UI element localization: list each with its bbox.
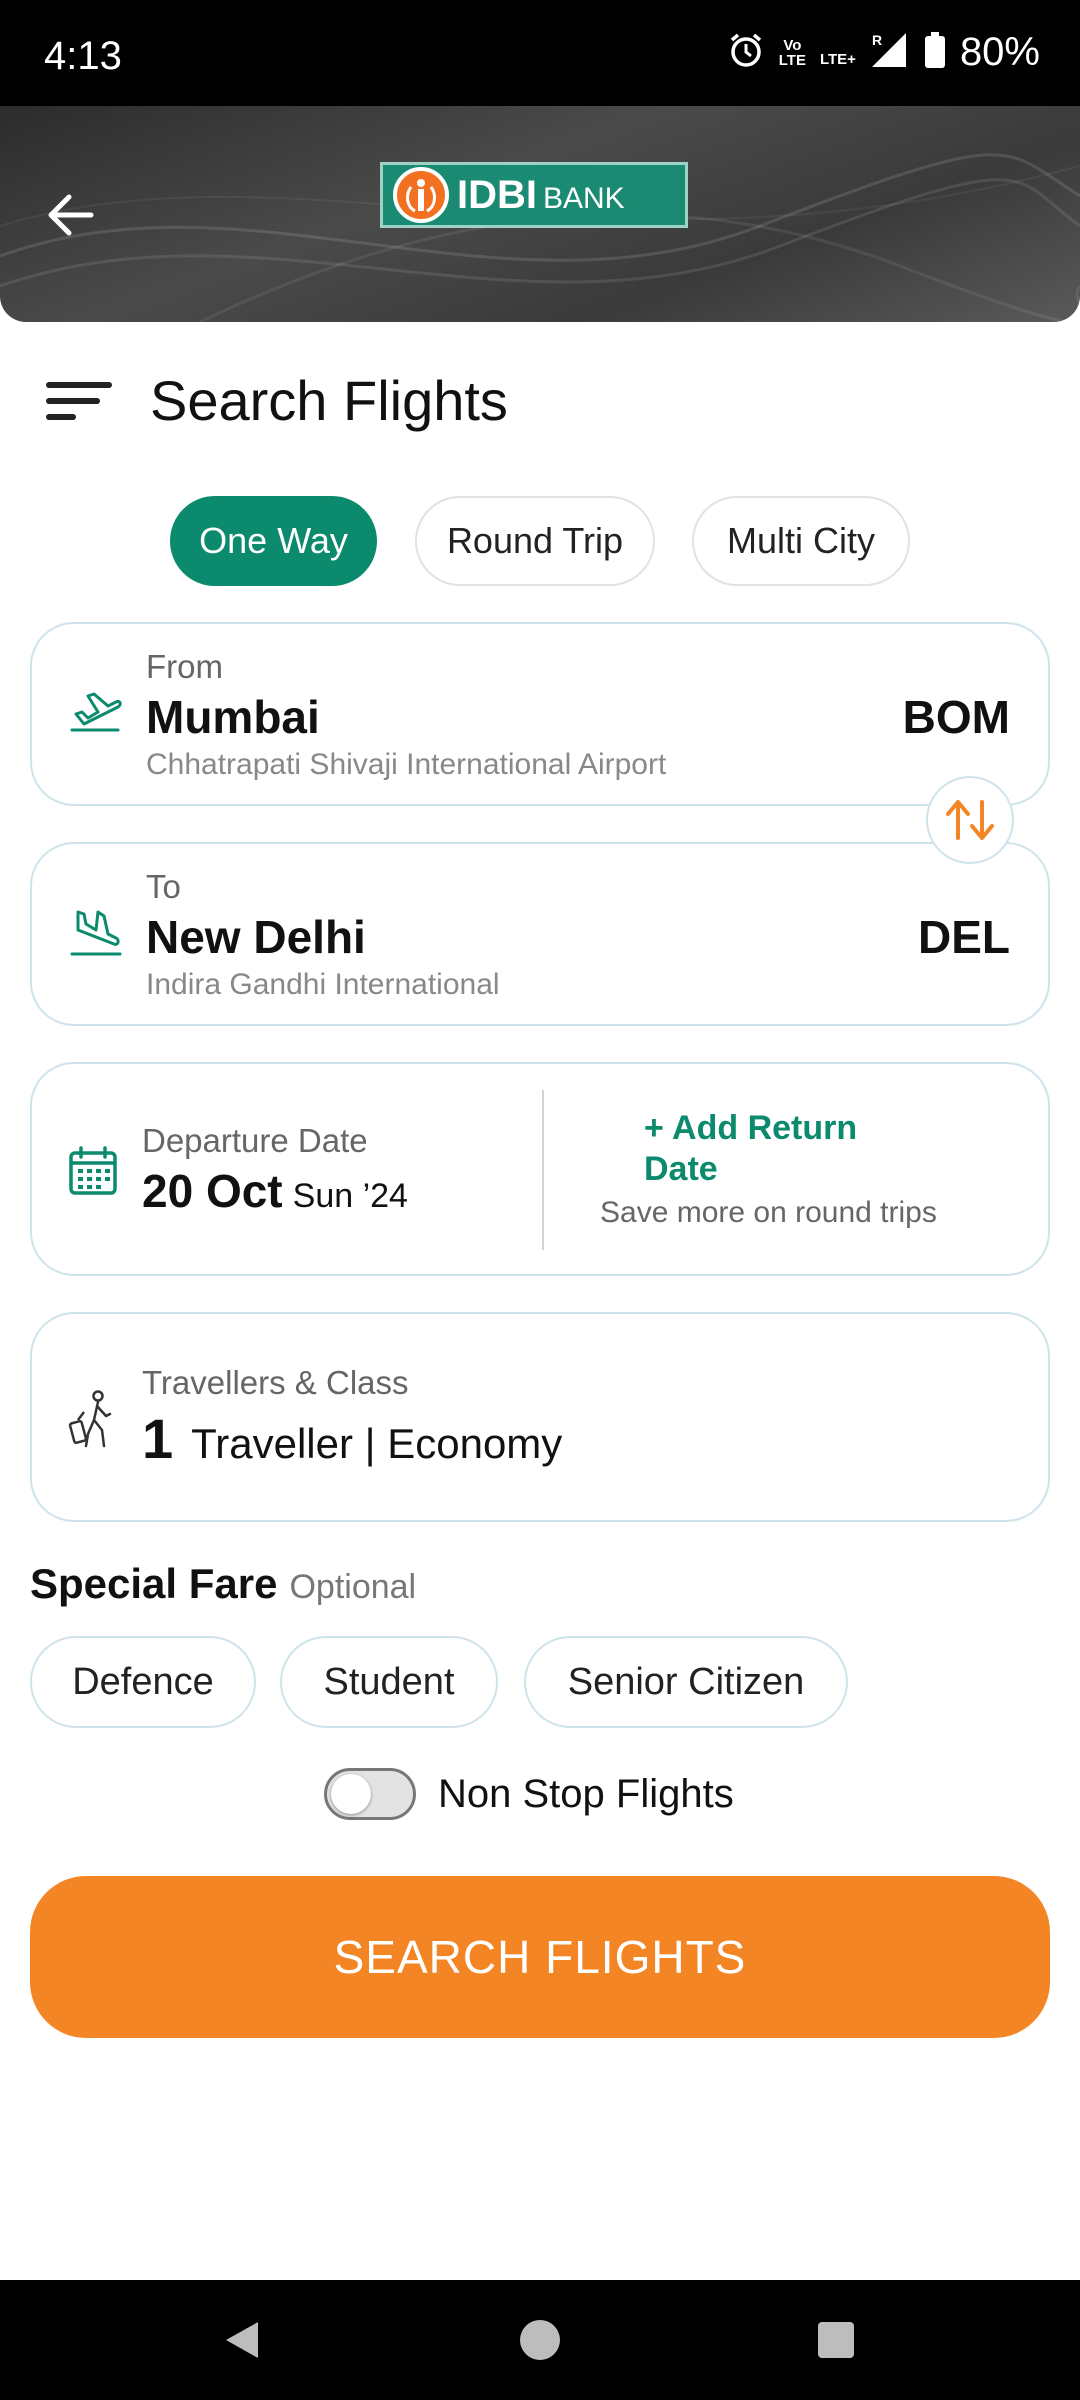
to-city: New Delhi [146, 911, 366, 963]
tab-multi-city[interactable]: Multi City [692, 496, 910, 586]
to-airport: Indira Gandhi International [146, 968, 500, 1001]
travellers-class-field[interactable]: Travellers & Class 1 Traveller | Economy [30, 1312, 1050, 1522]
departure-date-value: 20 Oct Sun ’24 [142, 1165, 408, 1217]
special-fare-title: Special Fare [30, 1560, 278, 1607]
status-icons: Vo LTE LTE+ R 80% [727, 30, 1040, 75]
nav-recents-button[interactable] [806, 2310, 866, 2370]
nav-recents-icon [818, 2322, 854, 2358]
swap-cities-button[interactable] [926, 776, 1014, 864]
nav-home-icon [520, 2320, 560, 2360]
lte-plus-icon: LTE+ [819, 51, 856, 68]
nav-back-icon [226, 2322, 258, 2358]
battery-percent: 80% [959, 30, 1040, 74]
app-screen: 4:13 Vo LTE LTE+ R 80% IDBI BANK Search … [0, 0, 1080, 2400]
from-airport: Chhatrapati Shivaji International Airpor… [146, 748, 667, 781]
search-flights-button[interactable]: SEARCH FLIGHTS [30, 1876, 1050, 2038]
page-title: Search Flights [150, 369, 508, 432]
nav-home-button[interactable] [510, 2310, 570, 2370]
special-fare-optional: Optional [289, 1568, 417, 1606]
fare-chip-student[interactable]: Student [280, 1636, 498, 1728]
fare-chip-senior-citizen[interactable]: Senior Citizen [524, 1636, 848, 1728]
date-divider [542, 1090, 544, 1250]
traveller-luggage-icon [68, 1390, 118, 1455]
back-arrow-icon [48, 194, 94, 236]
fare-chip-defence[interactable]: Defence [30, 1636, 256, 1728]
non-stop-row: Non Stop Flights [324, 1768, 734, 1820]
takeoff-plane-icon [68, 684, 124, 745]
status-bar: 4:13 Vo LTE LTE+ R 80% [0, 0, 1080, 106]
departure-date-label: Departure Date [142, 1122, 368, 1159]
app-header: IDBI BANK [0, 106, 1080, 322]
from-code: BOM [902, 691, 1010, 743]
volte-icon: Vo LTE [778, 36, 806, 69]
system-nav-bar [0, 2280, 1080, 2400]
add-return-date-link[interactable]: + Add Return Date [644, 1108, 904, 1190]
travellers-class-label: Travellers & Class [142, 1364, 409, 1401]
swap-arrows-icon [946, 800, 994, 840]
to-label: To [146, 868, 181, 905]
title-row: Search Flights [46, 368, 508, 433]
battery-icon [924, 31, 946, 74]
special-fare-heading: Special Fare Optional [30, 1560, 416, 1608]
bank-logo: IDBI BANK [380, 162, 688, 228]
from-field[interactable]: From Mumbai Chhatrapati Shivaji Internat… [30, 622, 1050, 806]
signal-icon: R [870, 31, 910, 74]
landing-plane-icon [68, 904, 124, 965]
svg-text:R: R [872, 32, 882, 48]
to-code: DEL [918, 911, 1010, 963]
return-hint: Save more on round trips [600, 1196, 937, 1229]
to-field[interactable]: To New Delhi Indira Gandhi International… [30, 842, 1050, 1026]
return-date-field[interactable]: + Add Return Date Save more on round tri… [546, 1064, 1048, 1274]
toggle-knob [331, 1774, 371, 1814]
trip-type-tabs: One Way Round Trip Multi City [0, 496, 1080, 586]
from-label: From [146, 648, 223, 685]
menu-icon[interactable] [46, 374, 112, 428]
departure-day: Sun ’24 [292, 1177, 408, 1215]
travellers-class-value: 1 Traveller | Economy [142, 1406, 562, 1471]
from-city: Mumbai [146, 691, 320, 743]
traveller-class-summary: Traveller | Economy [191, 1420, 563, 1467]
non-stop-toggle[interactable] [324, 1768, 416, 1820]
non-stop-label: Non Stop Flights [438, 1771, 734, 1816]
departure-date-field[interactable]: Departure Date 20 Oct Sun ’24 [32, 1064, 540, 1274]
alarm-icon [727, 31, 765, 74]
tab-one-way[interactable]: One Way [170, 496, 377, 586]
traveller-count: 1 [142, 1407, 174, 1470]
date-card: Departure Date 20 Oct Sun ’24 + Add Retur… [30, 1062, 1050, 1276]
nav-back-button[interactable] [212, 2310, 272, 2370]
tab-round-trip[interactable]: Round Trip [415, 496, 655, 586]
back-button[interactable] [36, 180, 106, 250]
bank-logo-text: IDBI BANK [457, 172, 625, 217]
bank-logo-emblem-icon [393, 167, 449, 223]
status-time: 4:13 [44, 34, 122, 78]
